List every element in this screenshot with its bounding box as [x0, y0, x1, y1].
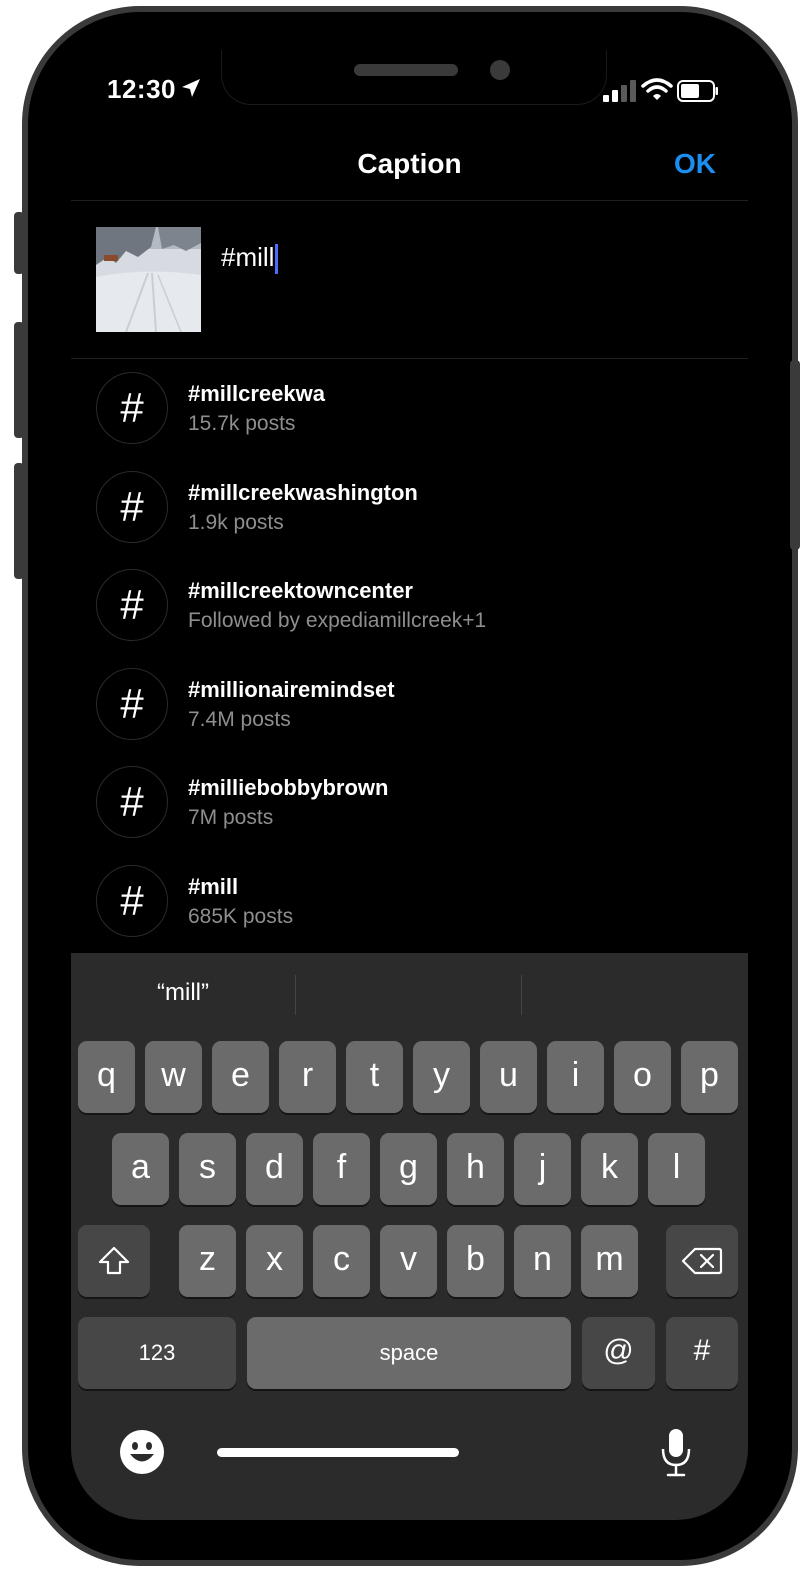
key-l[interactable]: l — [648, 1133, 705, 1205]
volume-down-button — [14, 463, 24, 579]
key-x[interactable]: x — [246, 1225, 303, 1297]
key-i[interactable]: i — [547, 1041, 604, 1113]
page-title: Caption — [357, 148, 462, 179]
key-q[interactable]: q — [78, 1041, 135, 1113]
key-s[interactable]: s — [179, 1133, 236, 1205]
key-k[interactable]: k — [581, 1133, 638, 1205]
post-thumbnail — [96, 227, 201, 332]
key-j[interactable]: j — [514, 1133, 571, 1205]
key-h[interactable]: h — [447, 1133, 504, 1205]
hashtag-post-count: 7M posts — [188, 806, 274, 829]
shift-icon — [98, 1246, 130, 1275]
hashtag-name: #mill — [188, 874, 239, 899]
hashtag-suggestion[interactable]: # #milliebobbybrown 7M posts — [96, 766, 736, 842]
hashtag-post-count: 1.9k posts — [188, 511, 284, 534]
status-time: 12:30 — [107, 74, 176, 104]
hashtag-icon: # — [96, 471, 168, 543]
caption-value: #mill — [221, 242, 275, 272]
key-m[interactable]: m — [581, 1225, 638, 1297]
microphone-icon[interactable] — [659, 1427, 693, 1479]
prediction-divider — [521, 975, 522, 1015]
prediction-divider — [295, 975, 296, 1015]
key-t[interactable]: t — [346, 1041, 403, 1113]
hashtag-post-count: 7.4M posts — [188, 708, 291, 731]
mute-switch — [14, 212, 24, 274]
screen: 12:30 Caption OK #mill # #millcreekwa 15… — [71, 50, 748, 1520]
hashtag-icon: # — [96, 766, 168, 838]
key-d[interactable]: d — [246, 1133, 303, 1205]
hashtag-name: #millcreekwashington — [188, 480, 418, 505]
key-g[interactable]: g — [380, 1133, 437, 1205]
home-indicator[interactable] — [217, 1448, 459, 1457]
hashtag-icon: # — [96, 865, 168, 937]
snowy-road-photo — [96, 227, 201, 332]
hashtag-icon: # — [96, 372, 168, 444]
key-c[interactable]: c — [313, 1225, 370, 1297]
keyboard: “mill” q w e r t y u i o p a s d f g h j… — [71, 953, 748, 1520]
hashtag-icon: # — [96, 668, 168, 740]
space-key[interactable]: space — [247, 1317, 571, 1389]
ok-button[interactable]: OK — [674, 148, 716, 180]
hashtag-followed-by: Followed by expediamillcreek+1 — [188, 609, 487, 632]
numbers-key[interactable]: 123 — [78, 1317, 236, 1389]
caption-input[interactable]: #mill — [221, 242, 279, 275]
caption-divider — [71, 358, 748, 359]
at-key[interactable]: @ — [582, 1317, 655, 1389]
hashtag-name: #millcreektowncenter — [188, 578, 413, 603]
delete-backspace-icon — [681, 1247, 723, 1275]
hashtag-name: #millcreekwa — [188, 381, 325, 406]
shift-key[interactable] — [78, 1225, 150, 1297]
hashtag-post-count: 15.7k posts — [188, 412, 296, 435]
key-v[interactable]: v — [380, 1225, 437, 1297]
hash-key[interactable]: # — [666, 1317, 738, 1389]
battery-icon — [677, 80, 718, 102]
notch — [221, 50, 607, 105]
hashtag-post-count: 685K posts — [188, 905, 294, 928]
location-arrow-icon — [182, 79, 200, 97]
key-w[interactable]: w — [145, 1041, 202, 1113]
hashtag-suggestion[interactable]: # #millionairemindset 7.4M posts — [96, 668, 736, 744]
cellular-signal-icon — [603, 80, 636, 102]
key-p[interactable]: p — [681, 1041, 738, 1113]
hashtag-name: #millionairemindset — [188, 677, 395, 702]
prediction-suggestion[interactable]: “mill” — [71, 979, 295, 1007]
header-divider — [71, 200, 748, 201]
key-f[interactable]: f — [313, 1133, 370, 1205]
hashtag-icon: # — [96, 569, 168, 641]
hashtag-suggestion[interactable]: # #mill 685K posts — [96, 865, 736, 941]
volume-up-button — [14, 322, 24, 438]
key-r[interactable]: r — [279, 1041, 336, 1113]
key-u[interactable]: u — [480, 1041, 537, 1113]
key-e[interactable]: e — [212, 1041, 269, 1113]
delete-key[interactable] — [666, 1225, 738, 1297]
key-a[interactable]: a — [112, 1133, 169, 1205]
key-n[interactable]: n — [514, 1225, 571, 1297]
hashtag-name: #milliebobbybrown — [188, 775, 389, 800]
power-button — [790, 360, 800, 550]
hashtag-suggestion[interactable]: # #millcreektowncenter Followed by exped… — [96, 569, 736, 645]
key-z[interactable]: z — [179, 1225, 236, 1297]
text-cursor — [275, 244, 279, 275]
key-o[interactable]: o — [614, 1041, 671, 1113]
hashtag-suggestion[interactable]: # #millcreekwashington 1.9k posts — [96, 471, 736, 547]
speaker — [354, 64, 458, 76]
emoji-icon[interactable] — [119, 1429, 165, 1475]
key-b[interactable]: b — [447, 1225, 504, 1297]
hashtag-suggestion[interactable]: # #millcreekwa 15.7k posts — [96, 372, 736, 448]
key-y[interactable]: y — [413, 1041, 470, 1113]
camera — [490, 60, 510, 80]
wifi-icon — [641, 78, 673, 100]
